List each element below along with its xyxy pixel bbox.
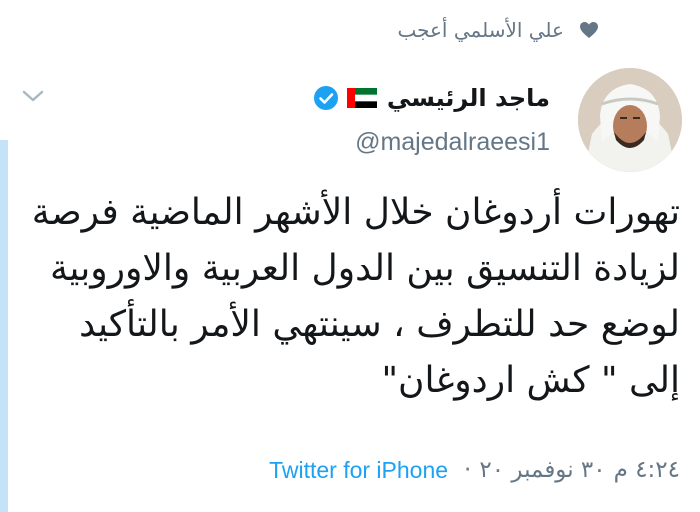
uae-flag-icon [346, 88, 377, 108]
social-context-text: علي الأسلمي أعجب [397, 18, 564, 42]
verified-badge-icon [313, 85, 339, 111]
tweet-meta: ٤:٢٤ م ٣٠ نوفمبر ٢٠ · Twitter for iPhone [269, 450, 680, 490]
tweet-time: ٤:٢٤ م [613, 457, 680, 483]
tweet-source-link[interactable]: Twitter for iPhone [269, 457, 448, 484]
author-name-row[interactable]: ماجد الرئيسي [313, 80, 550, 116]
thread-line [0, 140, 8, 512]
tweet-text: تهورات أردوغان خلال الأشهر الماضية فرصة … [31, 192, 680, 401]
tweet-date: ٣٠ نوفمبر ٢٠ [479, 457, 606, 483]
social-context[interactable]: علي الأسلمي أعجب [397, 14, 600, 46]
heart-icon [578, 19, 600, 41]
chevron-down-icon[interactable] [20, 86, 46, 106]
author-display-name[interactable]: ماجد الرئيسي [387, 84, 550, 112]
avatar[interactable] [578, 68, 682, 172]
meta-separator: · [464, 457, 472, 483]
author-handle[interactable]: @majedalraeesi1 [355, 128, 550, 157]
